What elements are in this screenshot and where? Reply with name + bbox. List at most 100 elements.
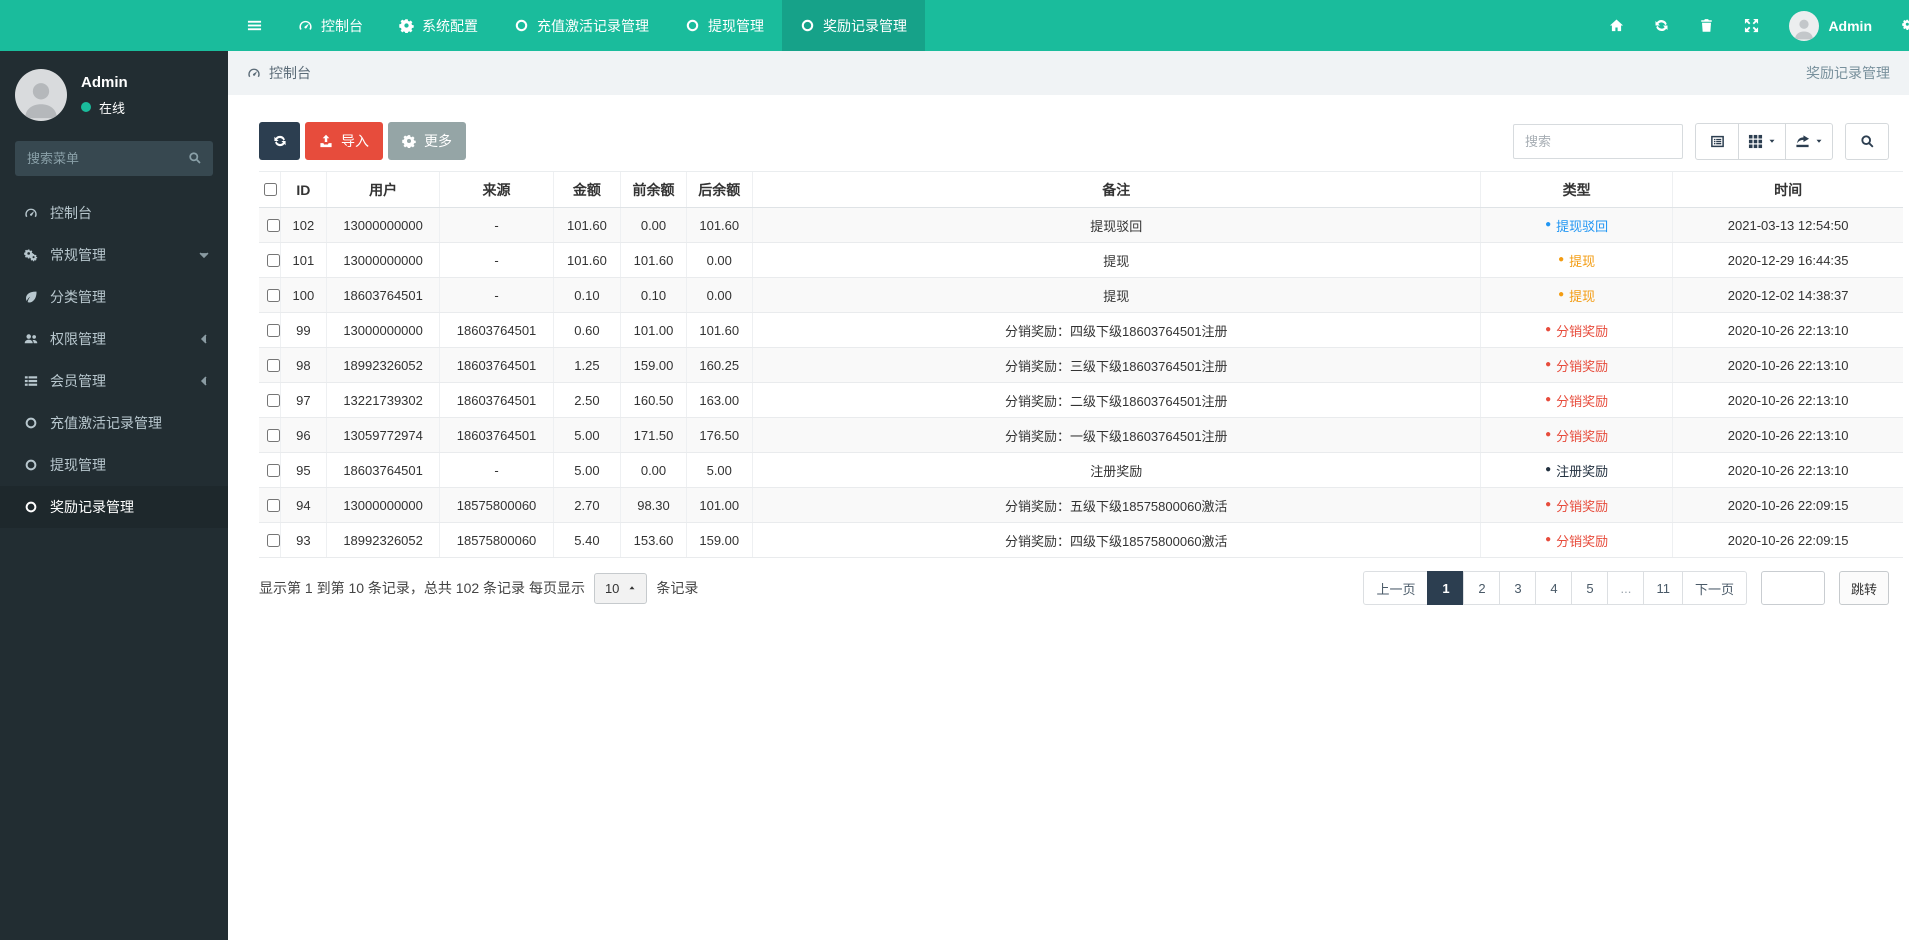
page-button-4[interactable]: 4 xyxy=(1535,571,1573,605)
row-checkbox[interactable] xyxy=(267,218,280,232)
sidebar-search-input[interactable] xyxy=(15,141,213,176)
sidebar-item-dashboard[interactable]: 控制台 xyxy=(0,192,228,234)
page-jump-button[interactable]: 跳转 xyxy=(1838,571,1889,605)
sidebar-item-recharge-records[interactable]: 充值激活记录管理 xyxy=(0,402,228,444)
page-button-3[interactable]: 3 xyxy=(1499,571,1537,605)
page-button-1[interactable]: 1 xyxy=(1427,571,1465,605)
page-title: 奖励记录管理 xyxy=(1806,65,1890,81)
cell-id: 95 xyxy=(279,452,327,488)
cell-time: 2020-10-26 22:13:10 xyxy=(1672,382,1903,418)
sidebar-item-category-mgmt[interactable]: 分类管理 xyxy=(0,276,228,318)
type-badge: ● 提现驳回 xyxy=(1545,216,1608,235)
refresh-icon[interactable] xyxy=(1654,18,1669,33)
sidebar-item-withdraw-mgmt[interactable]: 提现管理 xyxy=(0,444,228,486)
table-footer: 显示第 1 到第 10 条记录，总共 102 条记录 每页显示 10 条记录 上… xyxy=(259,571,1903,635)
main-content: 控制台 奖励记录管理 导入 更多 搜索 ID 用户 来源 金额 前余额 后余额 … xyxy=(228,51,1909,940)
settings-gears-icon[interactable] xyxy=(1902,18,1909,34)
column-header: 前余额 xyxy=(620,171,687,208)
leaf-icon xyxy=(22,290,39,304)
sidebar-item-label: 常规管理 xyxy=(50,247,106,263)
row-checkbox[interactable] xyxy=(267,498,280,512)
nav-tab-withdraw[interactable]: 提现管理 xyxy=(667,0,782,51)
nav-tab-recharge-records[interactable]: 充值激活记录管理 xyxy=(496,0,667,51)
nav-tab-dashboard[interactable]: 控制台 xyxy=(280,0,381,51)
sidebar-toggle-button[interactable] xyxy=(228,0,280,51)
row-checkbox[interactable] xyxy=(267,428,280,442)
page-button-5[interactable]: 5 xyxy=(1571,571,1609,605)
cell-type: ● 提现驳回 xyxy=(1479,207,1673,243)
cell-after: 0.00 xyxy=(685,242,753,278)
type-badge: ● 提现 xyxy=(1558,251,1595,270)
user-menu[interactable]: Admin xyxy=(1789,10,1872,41)
cell-source: - xyxy=(439,452,554,488)
row-checkbox[interactable] xyxy=(267,533,280,547)
fullscreen-icon[interactable] xyxy=(1744,18,1759,33)
cell-remark: 分销奖励：四级下级18575800060激活 xyxy=(751,522,1481,558)
prev-page-button[interactable]: 上一页 xyxy=(1363,571,1429,605)
cell-amount: 101.60 xyxy=(552,207,621,243)
page-button-11[interactable]: 11 xyxy=(1643,571,1683,605)
cell-id: 93 xyxy=(279,522,327,558)
cell-before: 160.50 xyxy=(620,382,687,418)
cell-amount: 1.25 xyxy=(552,347,621,383)
row-checkbox[interactable] xyxy=(267,253,280,267)
status-dot: ● xyxy=(1545,499,1552,511)
cell-user: 13221739302 xyxy=(325,382,440,418)
row-checkbox[interactable] xyxy=(267,323,280,337)
import-button[interactable]: 导入 xyxy=(305,122,383,160)
cell-after: 101.00 xyxy=(685,487,753,523)
cell-time: 2021-03-13 12:54:50 xyxy=(1672,207,1903,243)
next-page-button[interactable]: 下一页 xyxy=(1681,571,1747,605)
row-select-cell xyxy=(259,452,281,488)
type-label: 分销奖励 xyxy=(1556,533,1609,549)
page-button-2[interactable]: 2 xyxy=(1463,571,1501,605)
more-button[interactable]: 更多 xyxy=(388,122,466,160)
refresh-button[interactable] xyxy=(259,122,300,160)
detail-view-button[interactable] xyxy=(1695,122,1739,160)
select-all-checkbox[interactable] xyxy=(264,183,277,196)
cell-time: 2020-12-29 16:44:35 xyxy=(1672,242,1903,278)
username-label: Admin xyxy=(1828,17,1872,34)
nav-tab-system-config[interactable]: 系统配置 xyxy=(381,0,496,51)
gears-icon xyxy=(22,248,39,262)
type-badge: ● 分销奖励 xyxy=(1545,391,1608,410)
cell-before: 0.00 xyxy=(620,207,687,243)
page-size-select[interactable]: 10 xyxy=(593,572,648,604)
cell-remark: 分销奖励：一级下级18603764501注册 xyxy=(751,417,1481,453)
type-label: 分销奖励 xyxy=(1556,358,1609,374)
pagination: 上一页 1 2 3 4 5... 11 下一页 跳转 xyxy=(1363,571,1889,605)
columns-button[interactable] xyxy=(1738,122,1786,160)
sidebar-item-general-mgmt[interactable]: 常规管理 xyxy=(0,234,228,276)
search-toggle-button[interactable] xyxy=(1845,122,1889,160)
row-select-cell xyxy=(259,522,281,558)
caret-down-icon xyxy=(1815,137,1823,145)
page-jump-input[interactable] xyxy=(1760,571,1825,605)
records-card: 导入 更多 ID用户来源金额前余额后余额备注类型 xyxy=(228,95,1909,635)
cell-before: 101.60 xyxy=(620,242,687,278)
row-checkbox[interactable] xyxy=(267,463,280,477)
sidebar: Admin 在线 控制台常规管理分类管理权限管理会员管理充值激活记录管理提现管理… xyxy=(0,51,228,940)
sidebar-item-reward-records[interactable]: 奖励记录管理 xyxy=(0,486,228,528)
cell-source: - xyxy=(439,242,554,278)
cell-time: 2020-10-26 22:13:10 xyxy=(1672,452,1903,488)
cell-user: 18992326052 xyxy=(325,347,440,383)
avatar xyxy=(1789,10,1820,41)
cell-time: 2020-10-26 22:09:15 xyxy=(1672,522,1903,558)
sidebar-item-member-mgmt[interactable]: 会员管理 xyxy=(0,360,228,402)
cell-user: 18603764501 xyxy=(325,277,440,313)
row-select-cell xyxy=(259,382,281,418)
trash-icon[interactable] xyxy=(1699,18,1714,33)
row-checkbox[interactable] xyxy=(267,288,280,302)
cell-after: 0.00 xyxy=(685,277,753,313)
row-checkbox[interactable] xyxy=(267,393,280,407)
cell-before: 171.50 xyxy=(620,417,687,453)
row-checkbox[interactable] xyxy=(267,358,280,372)
breadcrumb[interactable]: 控制台 xyxy=(247,63,311,83)
export-button[interactable] xyxy=(1785,122,1833,160)
sidebar-item-permission-mgmt[interactable]: 权限管理 xyxy=(0,318,228,360)
nav-tab-reward-records[interactable]: 奖励记录管理 xyxy=(782,0,925,51)
home-icon[interactable] xyxy=(1609,18,1624,33)
table-search-input[interactable] xyxy=(1513,123,1683,159)
cell-time: 2020-10-26 22:13:10 xyxy=(1672,417,1903,453)
row-select-cell xyxy=(259,277,281,313)
